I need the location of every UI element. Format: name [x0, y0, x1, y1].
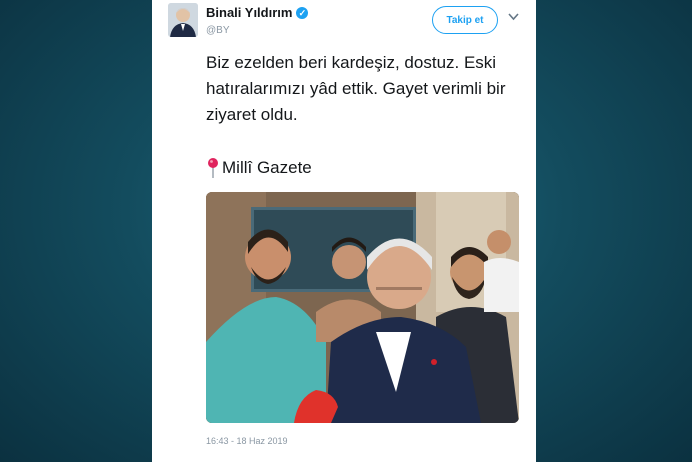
author-avatar[interactable] — [168, 3, 198, 37]
follow-button[interactable]: Takip et — [432, 6, 498, 34]
source-text: Millî Gazete — [222, 158, 312, 177]
author-handle[interactable]: @BY — [206, 25, 230, 36]
chevron-down-icon[interactable] — [508, 12, 519, 24]
tweet-card: Binali Yıldırım ✓ @BY Takip et Biz ezeld… — [152, 0, 536, 462]
tweet-timestamp[interactable]: 16:43 - 18 Haz 2019 — [206, 436, 288, 446]
tweet-photo[interactable] — [206, 192, 519, 423]
round-pushpin-icon — [206, 157, 220, 179]
tweet-text: Biz ezelden beri kardeşiz, dostuz. Eski … — [206, 53, 506, 124]
author-name-text[interactable]: Binali Yıldırım — [206, 5, 292, 20]
source-line: Millî Gazete — [206, 157, 312, 179]
verified-badge-icon: ✓ — [296, 6, 309, 19]
author-name[interactable]: Binali Yıldırım ✓ — [206, 5, 309, 20]
